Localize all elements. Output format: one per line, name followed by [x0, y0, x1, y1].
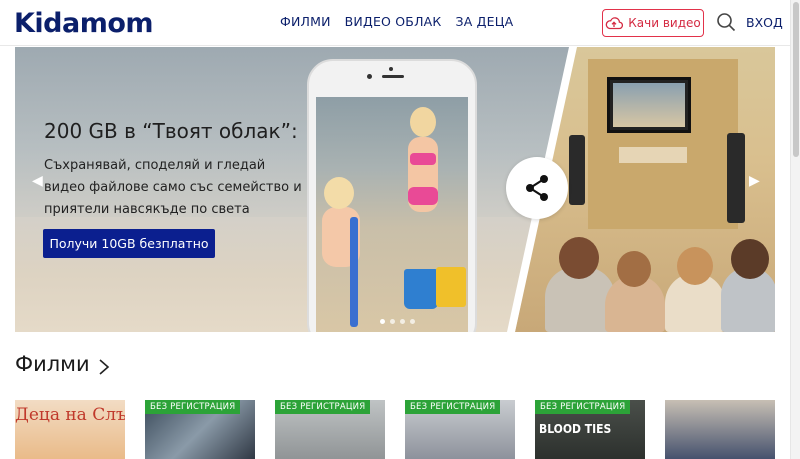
carousel-dot[interactable] — [390, 319, 395, 324]
nav-for-kids[interactable]: ЗА ДЕЦА — [456, 14, 514, 29]
film-tile[interactable]: БЕЗ РЕГИСТРАЦИЯ — [275, 400, 385, 459]
chevron-right-icon[interactable] — [97, 358, 111, 376]
no-registration-badge: БЕЗ РЕГИСТРАЦИЯ — [535, 400, 631, 414]
main-nav: ФИЛМИ ВИДЕО ОБЛАК ЗА ДЕЦА — [280, 14, 527, 29]
family-on-couch — [535, 227, 775, 332]
carousel-dot[interactable] — [380, 319, 385, 324]
kidamom-logo[interactable]: Kidamom — [14, 8, 154, 39]
share-button[interactable] — [506, 157, 568, 219]
carousel-prev-icon[interactable]: ◀ — [32, 173, 43, 189]
film-tile[interactable]: Деца на Слънцето — [15, 400, 125, 459]
tv-illustration — [607, 77, 691, 133]
share-icon — [526, 175, 548, 201]
no-registration-badge: БЕЗ РЕГИСТРАЦИЯ — [275, 400, 371, 414]
cloud-upload-icon — [606, 17, 624, 30]
film-tile[interactable]: БЕЗ РЕГИСТРАЦИЯ — [405, 400, 515, 459]
phone-mockup — [307, 59, 477, 332]
carousel-dots[interactable] — [380, 319, 415, 324]
film-title: Деца на Слънцето — [15, 405, 125, 425]
films-section-title[interactable]: Филми — [15, 352, 90, 376]
nav-films[interactable]: ФИЛМИ — [280, 14, 331, 29]
search-icon[interactable] — [716, 12, 736, 32]
hero-description: Съхранявай, споделяй и гледай видео файл… — [44, 158, 302, 217]
film-tile[interactable]: БЕЗ РЕГИСТРАЦИЯ BLOOD TIES — [535, 400, 645, 459]
carousel-dot[interactable] — [410, 319, 415, 324]
no-registration-badge: БЕЗ РЕГИСТРАЦИЯ — [145, 400, 241, 414]
login-link[interactable]: ВХОД — [746, 15, 783, 30]
hero-carousel: 200 GB в “Твоят облак”: Съхранявай, спод… — [15, 47, 775, 332]
hero-title: 200 GB в “Твоят облак”: — [44, 119, 298, 143]
carousel-dot[interactable] — [400, 319, 405, 324]
site-header: Kidamom ФИЛМИ ВИДЕО ОБЛАК ЗА ДЕЦА Качи в… — [0, 0, 790, 46]
carousel-next-icon[interactable]: ▶ — [749, 173, 760, 189]
phone-screen-photo — [316, 97, 468, 332]
upload-video-label: Качи видео — [628, 16, 701, 30]
film-tile[interactable]: БЕЗ РЕГИСТРАЦИЯ — [145, 400, 255, 459]
page-scrollbar[interactable] — [790, 0, 800, 459]
film-tile[interactable] — [665, 400, 775, 459]
scrollbar-thumb[interactable] — [793, 2, 799, 157]
film-title: BLOOD TIES — [539, 422, 612, 436]
nav-video-cloud[interactable]: ВИДЕО ОБЛАК — [345, 14, 442, 29]
upload-video-button[interactable]: Качи видео — [602, 9, 704, 37]
get-10gb-free-button[interactable]: Получи 10GB безплатно — [43, 229, 215, 258]
no-registration-badge: БЕЗ РЕГИСТРАЦИЯ — [405, 400, 501, 414]
